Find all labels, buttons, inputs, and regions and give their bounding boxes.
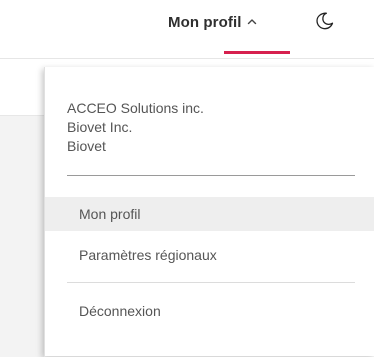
profile-menu-label: Mon profil	[168, 13, 242, 31]
header-divider	[0, 58, 374, 59]
active-tab-indicator	[224, 51, 290, 54]
background-panel	[0, 115, 44, 357]
menu-divider	[67, 282, 355, 283]
profile-dropdown: ACCEO Solutions inc. Biovet Inc. Biovet …	[44, 67, 374, 356]
menu-item-label: Mon profil	[79, 206, 141, 222]
profile-menu-button[interactable]: Mon profil	[168, 7, 257, 37]
menu-item-label: Paramètres régionaux	[79, 247, 217, 263]
menu-item-my-profile[interactable]: Mon profil	[45, 197, 374, 231]
organization-block: ACCEO Solutions inc. Biovet Inc. Biovet	[67, 99, 357, 156]
organization-name: Biovet	[67, 138, 106, 154]
menu-item-regional-settings[interactable]: Paramètres régionaux	[45, 238, 374, 272]
top-header: Mon profil	[0, 0, 374, 58]
menu-item-logout[interactable]: Déconnexion	[45, 294, 374, 328]
menu-item-label: Déconnexion	[79, 303, 161, 319]
organization-name: Biovet Inc.	[67, 119, 133, 135]
moon-icon[interactable]	[313, 9, 337, 33]
organization-divider	[67, 175, 355, 176]
chevron-up-icon	[247, 17, 257, 27]
organization-name: ACCEO Solutions inc.	[67, 100, 204, 116]
